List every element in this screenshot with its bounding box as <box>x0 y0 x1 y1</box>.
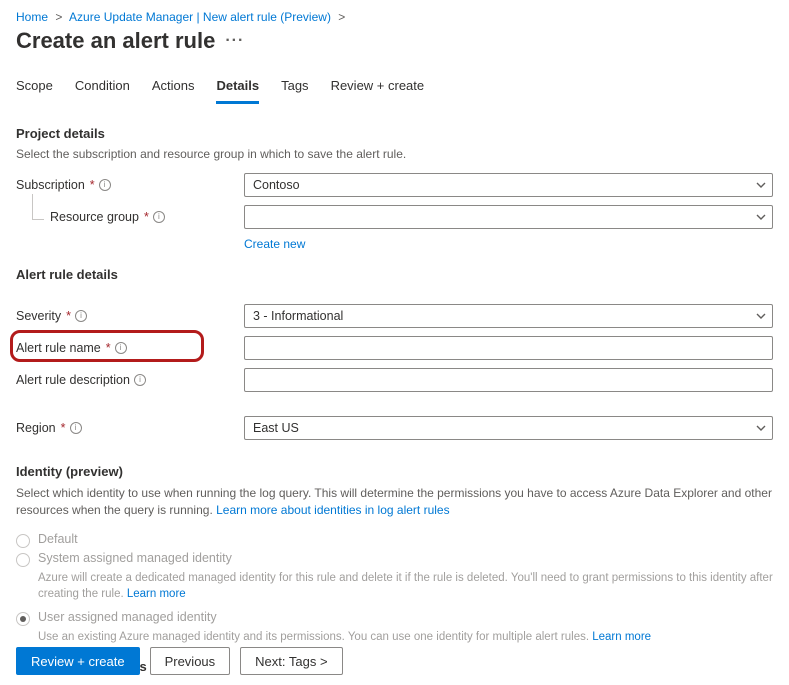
breadcrumb-home[interactable]: Home <box>16 10 48 24</box>
section-alert-details-heading: Alert rule details <box>16 267 773 282</box>
page-title-text: Create an alert rule <box>16 28 215 54</box>
tab-condition[interactable]: Condition <box>75 72 130 104</box>
tab-scope[interactable]: Scope <box>16 72 53 104</box>
resource-group-select[interactable] <box>244 205 773 229</box>
breadcrumb-parent[interactable]: Azure Update Manager | New alert rule (P… <box>69 10 331 24</box>
chevron-down-icon <box>756 180 766 190</box>
subscription-label: Subscription* i <box>16 178 244 192</box>
chevron-down-icon <box>756 212 766 222</box>
info-icon[interactable]: i <box>99 179 111 191</box>
info-icon[interactable]: i <box>153 211 165 223</box>
info-icon[interactable]: i <box>70 422 82 434</box>
alert-rule-description-input[interactable] <box>244 368 773 392</box>
alert-rule-name-input[interactable] <box>244 336 773 360</box>
create-new-rg-link[interactable]: Create new <box>244 237 305 251</box>
severity-value: 3 - Informational <box>253 309 343 323</box>
resource-group-label: Resource group* i <box>16 210 244 224</box>
section-project-details-desc: Select the subscription and resource gro… <box>16 147 773 161</box>
severity-label: Severity* i <box>16 309 244 323</box>
info-icon[interactable]: i <box>115 342 127 354</box>
tab-details[interactable]: Details <box>216 72 259 104</box>
tab-bar: Scope Condition Actions Details Tags Rev… <box>0 72 789 104</box>
next-tags-button[interactable]: Next: Tags > <box>240 647 342 675</box>
page-title: Create an alert rule ··· <box>0 26 789 72</box>
info-icon[interactable]: i <box>75 310 87 322</box>
footer-action-bar: Review + create Previous Next: Tags > <box>0 647 789 675</box>
identity-system-label: System assigned managed identity <box>38 551 232 565</box>
identity-system-sub: Azure will create a dedicated managed id… <box>38 570 773 602</box>
identity-learn-more-link[interactable]: Learn more about identities in log alert… <box>216 503 449 517</box>
chevron-down-icon <box>756 423 766 433</box>
learn-more-link[interactable]: Learn more <box>592 631 651 643</box>
identity-default-label: Default <box>38 532 78 546</box>
severity-select[interactable]: 3 - Informational <box>244 304 773 328</box>
alert-rule-description-label: Alert rule description i <box>16 373 244 387</box>
previous-button[interactable]: Previous <box>150 647 231 675</box>
section-identity-heading: Identity (preview) <box>16 464 773 479</box>
identity-default-radio[interactable] <box>16 534 30 548</box>
region-value: East US <box>253 421 299 435</box>
breadcrumb: Home > Azure Update Manager | New alert … <box>0 0 789 26</box>
tab-review[interactable]: Review + create <box>331 72 425 104</box>
subscription-select[interactable]: Contoso <box>244 173 773 197</box>
learn-more-link[interactable]: Learn more <box>127 588 186 600</box>
breadcrumb-separator: > <box>55 10 62 24</box>
review-create-button[interactable]: Review + create <box>16 647 140 675</box>
breadcrumb-separator: > <box>338 10 345 24</box>
region-select[interactable]: East US <box>244 416 773 440</box>
tab-tags[interactable]: Tags <box>281 72 308 104</box>
section-identity-desc: Select which identity to use when runnin… <box>16 485 773 520</box>
identity-user-radio[interactable] <box>16 612 30 626</box>
identity-user-sub: Use an existing Azure managed identity a… <box>38 629 773 645</box>
subscription-value: Contoso <box>253 178 300 192</box>
section-project-details-heading: Project details <box>16 126 773 141</box>
identity-system-radio[interactable] <box>16 553 30 567</box>
more-actions-icon[interactable]: ··· <box>225 33 244 49</box>
region-label: Region* i <box>16 421 244 435</box>
tab-actions[interactable]: Actions <box>152 72 195 104</box>
info-icon[interactable]: i <box>134 374 146 386</box>
alert-rule-name-label: Alert rule name* i <box>16 341 244 355</box>
identity-user-label: User assigned managed identity <box>38 610 217 624</box>
tree-connector-icon <box>32 194 44 220</box>
chevron-down-icon <box>756 311 766 321</box>
